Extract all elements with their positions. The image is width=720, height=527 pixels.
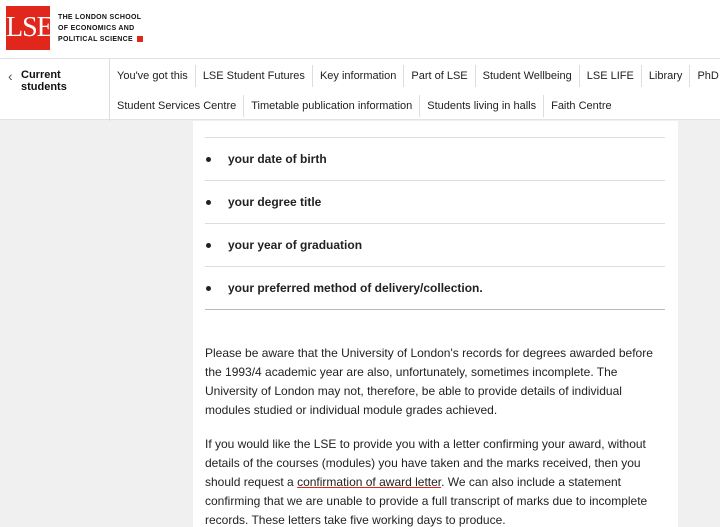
list-item: your preferred method of delivery/collec… bbox=[205, 267, 665, 310]
list-item: your year of graduation bbox=[205, 224, 665, 267]
lse-logo[interactable]: LSE bbox=[6, 6, 54, 50]
bullet-icon bbox=[206, 199, 211, 205]
site-header: LSE THE LONDON SCHOOL OF ECONOMICS AND P… bbox=[0, 0, 720, 58]
list-item-text: your year of graduation bbox=[228, 238, 363, 252]
list-item: your date of birth bbox=[205, 138, 665, 181]
bullet-icon bbox=[206, 156, 211, 162]
nav-item-student-services-centre[interactable]: Student Services Centre bbox=[110, 95, 245, 117]
nav-item-faith-centre[interactable]: Faith Centre bbox=[544, 95, 619, 117]
nav-item-students-in-halls[interactable]: Students living in halls bbox=[420, 95, 545, 117]
nav-item-part-of-lse[interactable]: Part of LSE bbox=[404, 65, 476, 87]
back-label: Current students bbox=[21, 69, 67, 93]
nav-item-youve-got-this[interactable]: You've got this bbox=[110, 65, 196, 87]
school-name-line: POLITICAL SCIENCE bbox=[58, 34, 143, 45]
confirmation-of-award-letter-link[interactable]: confirmation of award letter bbox=[297, 475, 441, 489]
nav-item-key-information[interactable]: Key information bbox=[313, 65, 405, 87]
requirements-list: your date of birth your degree title you… bbox=[205, 121, 665, 310]
nav-item-library[interactable]: Library bbox=[642, 65, 691, 87]
back-to-current-students[interactable]: ‹ Current students bbox=[0, 59, 110, 121]
list-item-text: your preferred method of delivery/collec… bbox=[228, 281, 483, 295]
nav-item-student-wellbeing[interactable]: Student Wellbeing bbox=[476, 65, 580, 87]
list-item-text: your degree title bbox=[228, 195, 322, 209]
school-name-line: OF ECONOMICS AND bbox=[58, 25, 135, 32]
records-notice-paragraph: Please be aware that the University of L… bbox=[205, 346, 653, 417]
bullet-icon bbox=[206, 285, 211, 291]
red-square-icon bbox=[136, 36, 143, 43]
nav-item-phd-academy[interactable]: PhD Acad bbox=[690, 65, 720, 87]
chevron-left-icon: ‹ bbox=[8, 68, 13, 84]
nav-item-student-futures[interactable]: LSE Student Futures bbox=[196, 65, 313, 87]
bullet-icon bbox=[206, 242, 211, 248]
list-item: your degree title bbox=[205, 181, 665, 224]
school-name-text: POLITICAL SCIENCE bbox=[58, 36, 133, 43]
section-nav: ‹ Current students You've got this LSE S… bbox=[0, 58, 720, 121]
list-item-cut-off bbox=[205, 121, 665, 138]
list-item-text: your date of birth bbox=[228, 152, 327, 166]
main-content: your date of birth your degree title you… bbox=[193, 121, 678, 527]
nav-item-timetable-publication[interactable]: Timetable publication information bbox=[244, 95, 421, 117]
school-name: THE LONDON SCHOOL OF ECONOMICS AND POLIT… bbox=[58, 12, 143, 45]
award-letter-paragraph: If you would like the LSE to provide you… bbox=[205, 435, 667, 527]
school-name-line: THE LONDON SCHOOL bbox=[58, 14, 142, 21]
nav-row-1: You've got this LSE Student Futures Key … bbox=[110, 61, 720, 91]
nav-item-lse-life[interactable]: LSE LIFE bbox=[580, 65, 642, 87]
nav-row-2: Student Services Centre Timetable public… bbox=[110, 91, 619, 121]
